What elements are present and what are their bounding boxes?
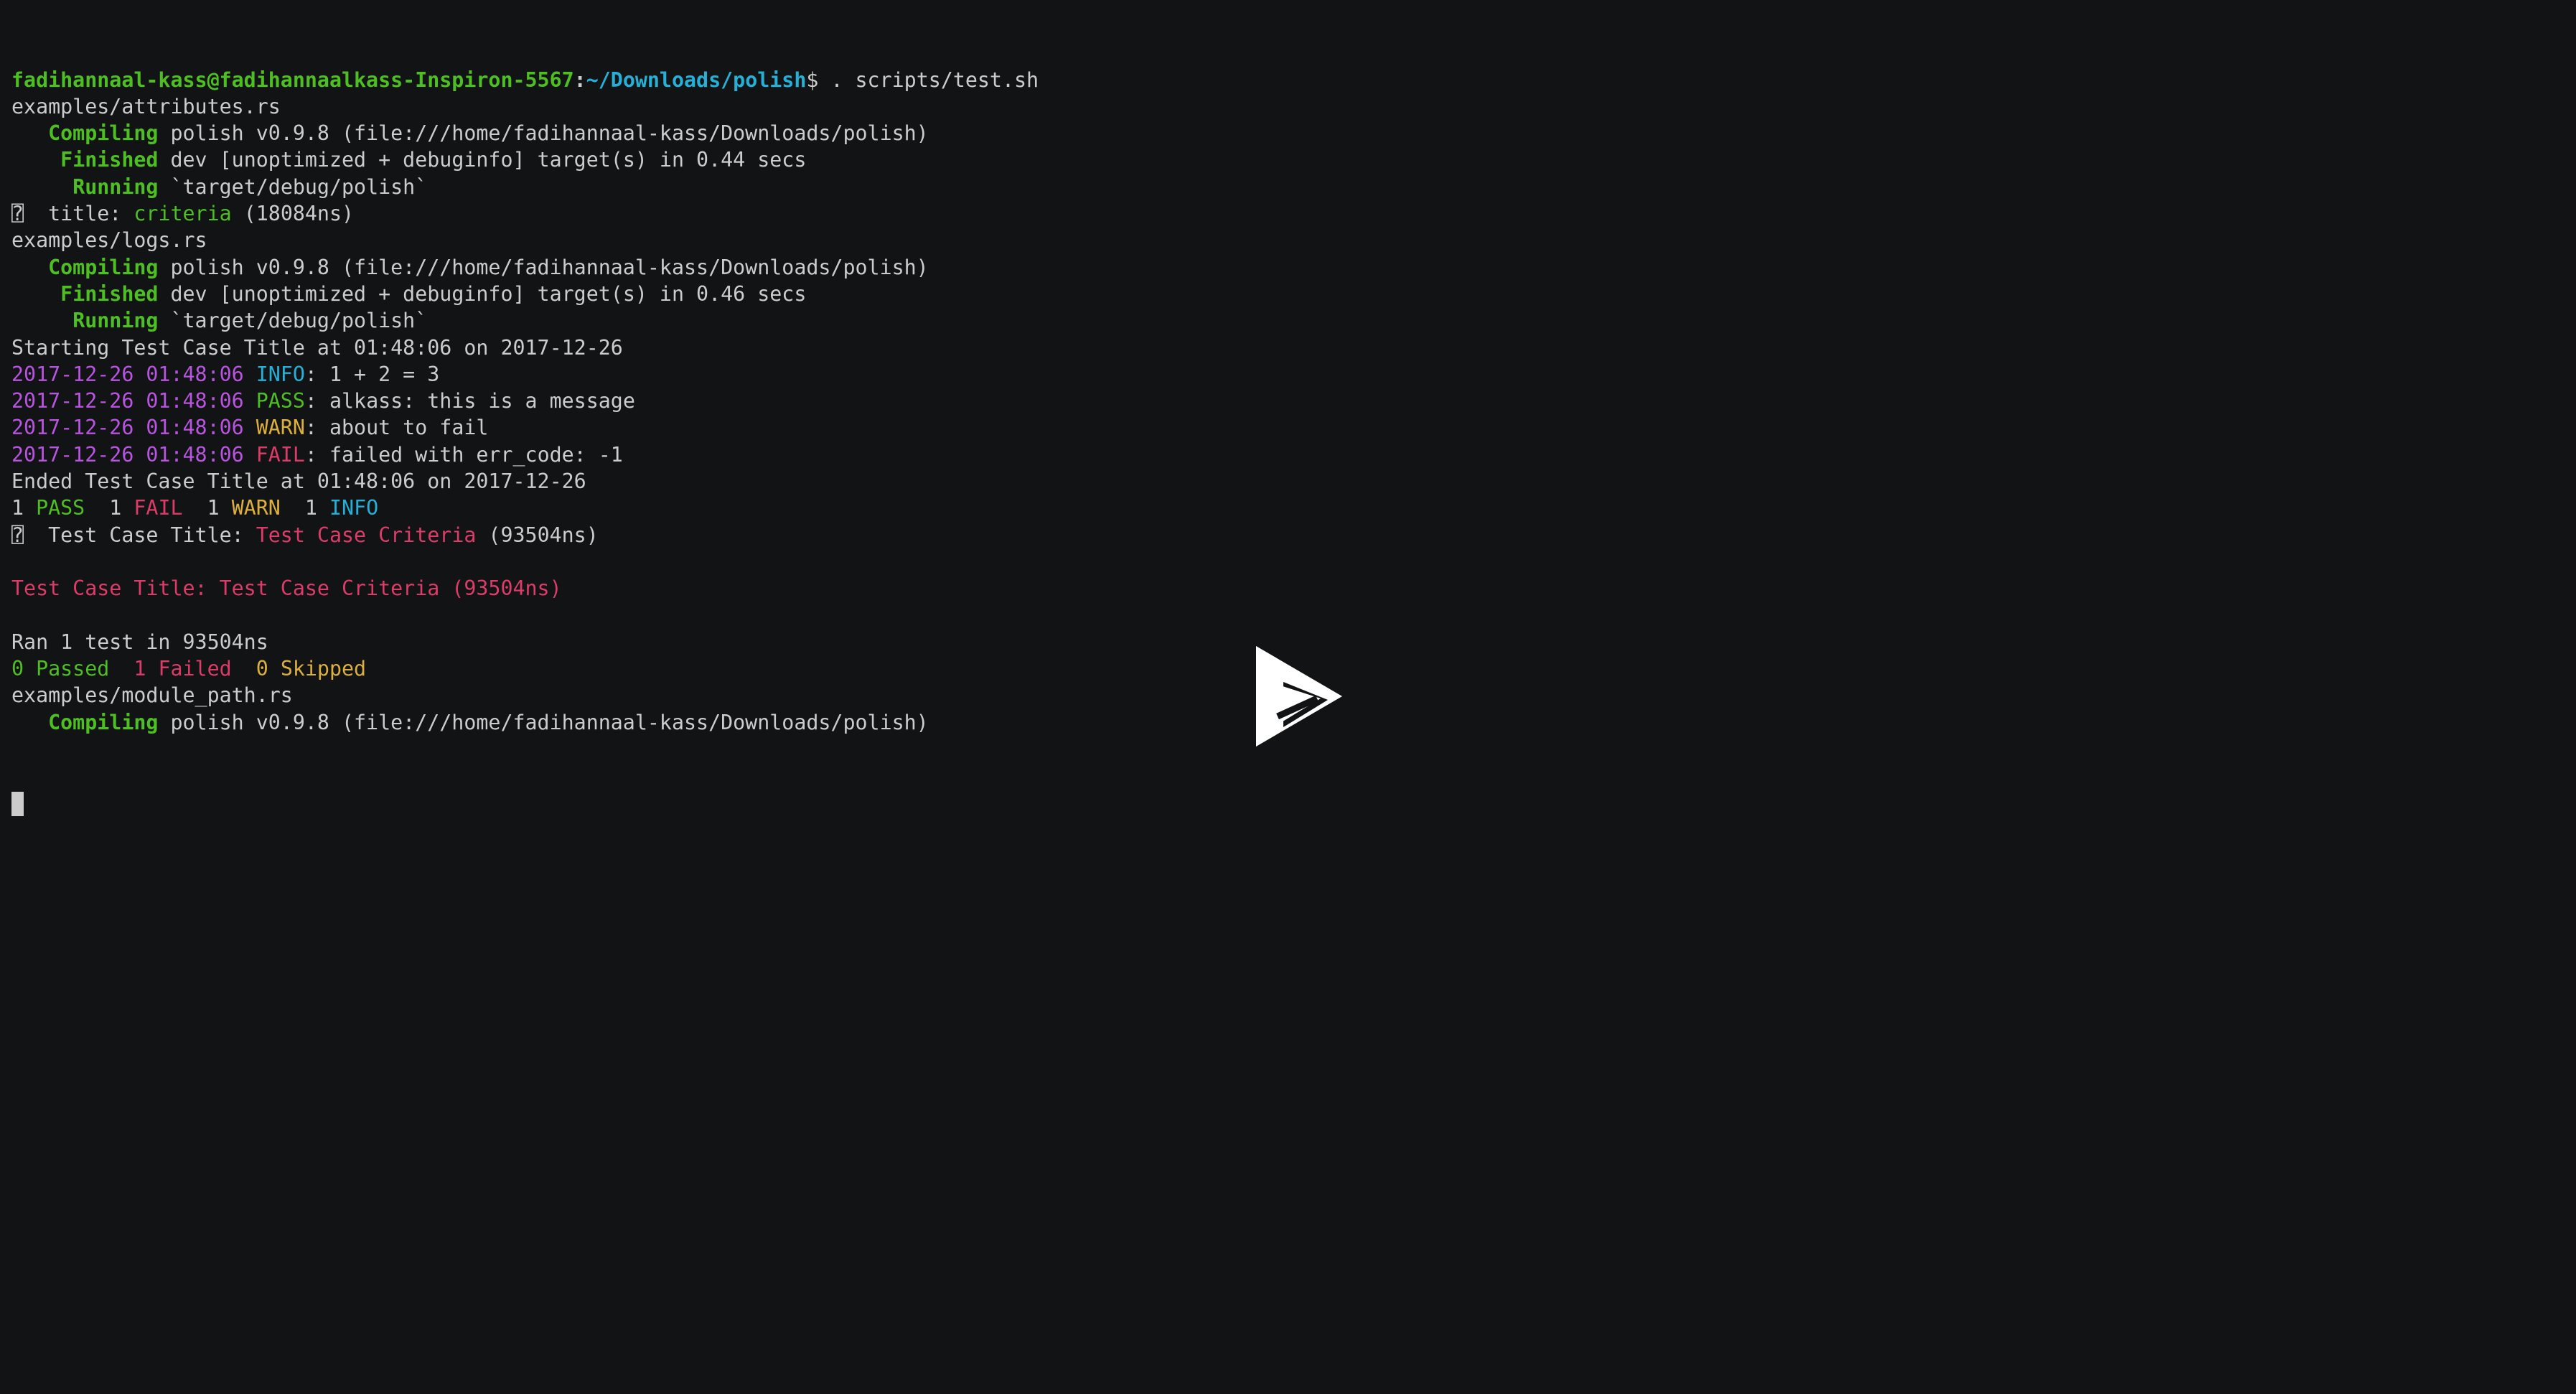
terminal-line: 2017-12-26 01:48:06 WARN: about to fail [11, 414, 1039, 441]
terminal-text: 2017-12-26 01:48:06 [11, 362, 256, 386]
terminal-text: : about to fail [304, 416, 489, 440]
terminal-output: fadihannaal-kass@fadihannaalkass-Inspiro… [11, 67, 1039, 736]
terminal-text: INFO [329, 496, 379, 520]
terminal-text: FAIL [256, 442, 305, 467]
terminal-text: Ended Test Case Title at 01:48:06 on 201… [11, 469, 586, 494]
play-icon [1256, 646, 1342, 747]
terminal-text: : alkass: this is a message [304, 389, 635, 413]
terminal-line: 2017-12-26 01:48:06 FAIL: failed with er… [11, 441, 1039, 468]
terminal-text: Finished [60, 148, 159, 172]
terminal-text: polish v0.9.8 (file:///home/fadihannaal-… [158, 255, 929, 279]
terminal-text: polish v0.9.8 (file:///home/fadihannaal-… [158, 121, 929, 146]
terminal-text: ⍰ Test Case Title: [11, 523, 256, 547]
terminal-text: ⍰ title: [11, 202, 134, 226]
terminal-line: 1 PASS 1 FAIL 1 WARN 1 INFO [11, 495, 1039, 521]
terminal-text: 2017-12-26 01:48:06 [11, 416, 256, 440]
terminal-text: 1 [11, 496, 37, 520]
terminal-player[interactable]: fadihannaal-kass@fadihannaalkass-Inspiro… [0, 0, 2576, 1394]
terminal-text: WARN [256, 416, 305, 440]
terminal-line: Running `target/debug/polish` [11, 307, 1039, 334]
terminal-text: Starting Test Case Title at 01:48:06 on … [11, 335, 623, 360]
terminal-text: INFO [256, 362, 305, 386]
terminal-text: 0 Passed [11, 657, 110, 681]
terminal-text: Ran 1 test in 93504ns [11, 630, 268, 654]
terminal-line: Test Case Title: Test Case Criteria (935… [11, 575, 1039, 602]
terminal-text: Running [72, 309, 159, 333]
terminal-text: polish v0.9.8 (file:///home/fadihannaal-… [158, 710, 929, 734]
prompt-line [11, 790, 1039, 816]
terminal-cursor [11, 791, 24, 816]
terminal-text: 1 Failed [134, 657, 232, 681]
terminal-line: examples/module_path.rs [11, 682, 1039, 708]
terminal-text: `target/debug/polish` [158, 174, 428, 199]
terminal-line: Running `target/debug/polish` [11, 174, 1039, 200]
terminal-text: `target/debug/polish` [158, 309, 428, 333]
terminal-text: examples/module_path.rs [11, 683, 293, 708]
terminal-text: examples/attributes.rs [11, 94, 281, 118]
terminal-line: Compiling polish v0.9.8 (file:///home/fa… [11, 709, 1039, 736]
terminal-line: Ended Test Case Title at 01:48:06 on 201… [11, 468, 1039, 495]
terminal-line: Finished dev [unoptimized + debuginfo] t… [11, 146, 1039, 173]
terminal-text: PASS [36, 496, 85, 520]
terminal-text: $ . scripts/test.sh [806, 67, 1039, 92]
terminal-line: Finished dev [unoptimized + debuginfo] t… [11, 281, 1039, 307]
terminal-text: 2017-12-26 01:48:06 [11, 442, 256, 467]
terminal-text: dev [unoptimized + debuginfo] target(s) … [158, 148, 807, 172]
terminal-text: : failed with err_code: -1 [304, 442, 623, 467]
terminal-text: Test Case Criteria [256, 523, 477, 547]
terminal-text: WARN [231, 496, 281, 520]
terminal-text: dev [unoptimized + debuginfo] target(s) … [158, 281, 807, 306]
terminal-text: 1 [182, 496, 232, 520]
terminal-line: Starting Test Case Title at 01:48:06 on … [11, 335, 1039, 361]
terminal-line: ⍰ Test Case Title: Test Case Criteria (9… [11, 522, 1039, 548]
terminal-text: 0 Skipped [256, 657, 367, 681]
terminal-text: FAIL [134, 496, 183, 520]
terminal-line: examples/logs.rs [11, 227, 1039, 253]
terminal-text: 1 [280, 496, 330, 520]
terminal-line: Ran 1 test in 93504ns [11, 629, 1039, 655]
terminal-text: (93504ns) [476, 523, 599, 547]
terminal-line: examples/attributes.rs [11, 93, 1039, 120]
terminal-line: ⍰ title: criteria (18084ns) [11, 200, 1039, 227]
terminal-text: Test Case Title: Test Case Criteria (935… [11, 576, 562, 601]
terminal-line: 2017-12-26 01:48:06 INFO: 1 + 2 = 3 [11, 361, 1039, 388]
terminal-text: : [573, 67, 586, 92]
play-button[interactable] [1249, 642, 1349, 750]
terminal-line: 0 Passed 1 Failed 0 Skipped [11, 655, 1039, 682]
terminal-line: Compiling polish v0.9.8 (file:///home/fa… [11, 254, 1039, 281]
terminal-text: Finished [60, 281, 159, 306]
terminal-text: criteria [134, 202, 232, 226]
terminal-line: Compiling polish v0.9.8 (file:///home/fa… [11, 120, 1039, 146]
terminal-line: 2017-12-26 01:48:06 PASS: alkass: this i… [11, 388, 1039, 414]
terminal-text: fadihannaal-kass@fadihannaalkass-Inspiro… [11, 67, 574, 92]
terminal-text: (18084ns) [231, 202, 355, 226]
terminal-text: 1 [85, 496, 134, 520]
terminal-screen: fadihannaal-kass@fadihannaalkass-Inspiro… [11, 13, 1039, 870]
terminal-text: examples/logs.rs [11, 228, 207, 253]
terminal-text: Running [72, 174, 159, 199]
terminal-text: ~/Downloads/polish [586, 67, 807, 92]
terminal-text: PASS [256, 389, 305, 413]
terminal-text: Compiling [48, 255, 159, 279]
terminal-text: Compiling [48, 121, 159, 146]
terminal-text: Compiling [48, 710, 159, 734]
terminal-text: : 1 + 2 = 3 [304, 362, 440, 386]
terminal-line: fadihannaal-kass@fadihannaalkass-Inspiro… [11, 67, 1039, 93]
terminal-text: 2017-12-26 01:48:06 [11, 389, 256, 413]
